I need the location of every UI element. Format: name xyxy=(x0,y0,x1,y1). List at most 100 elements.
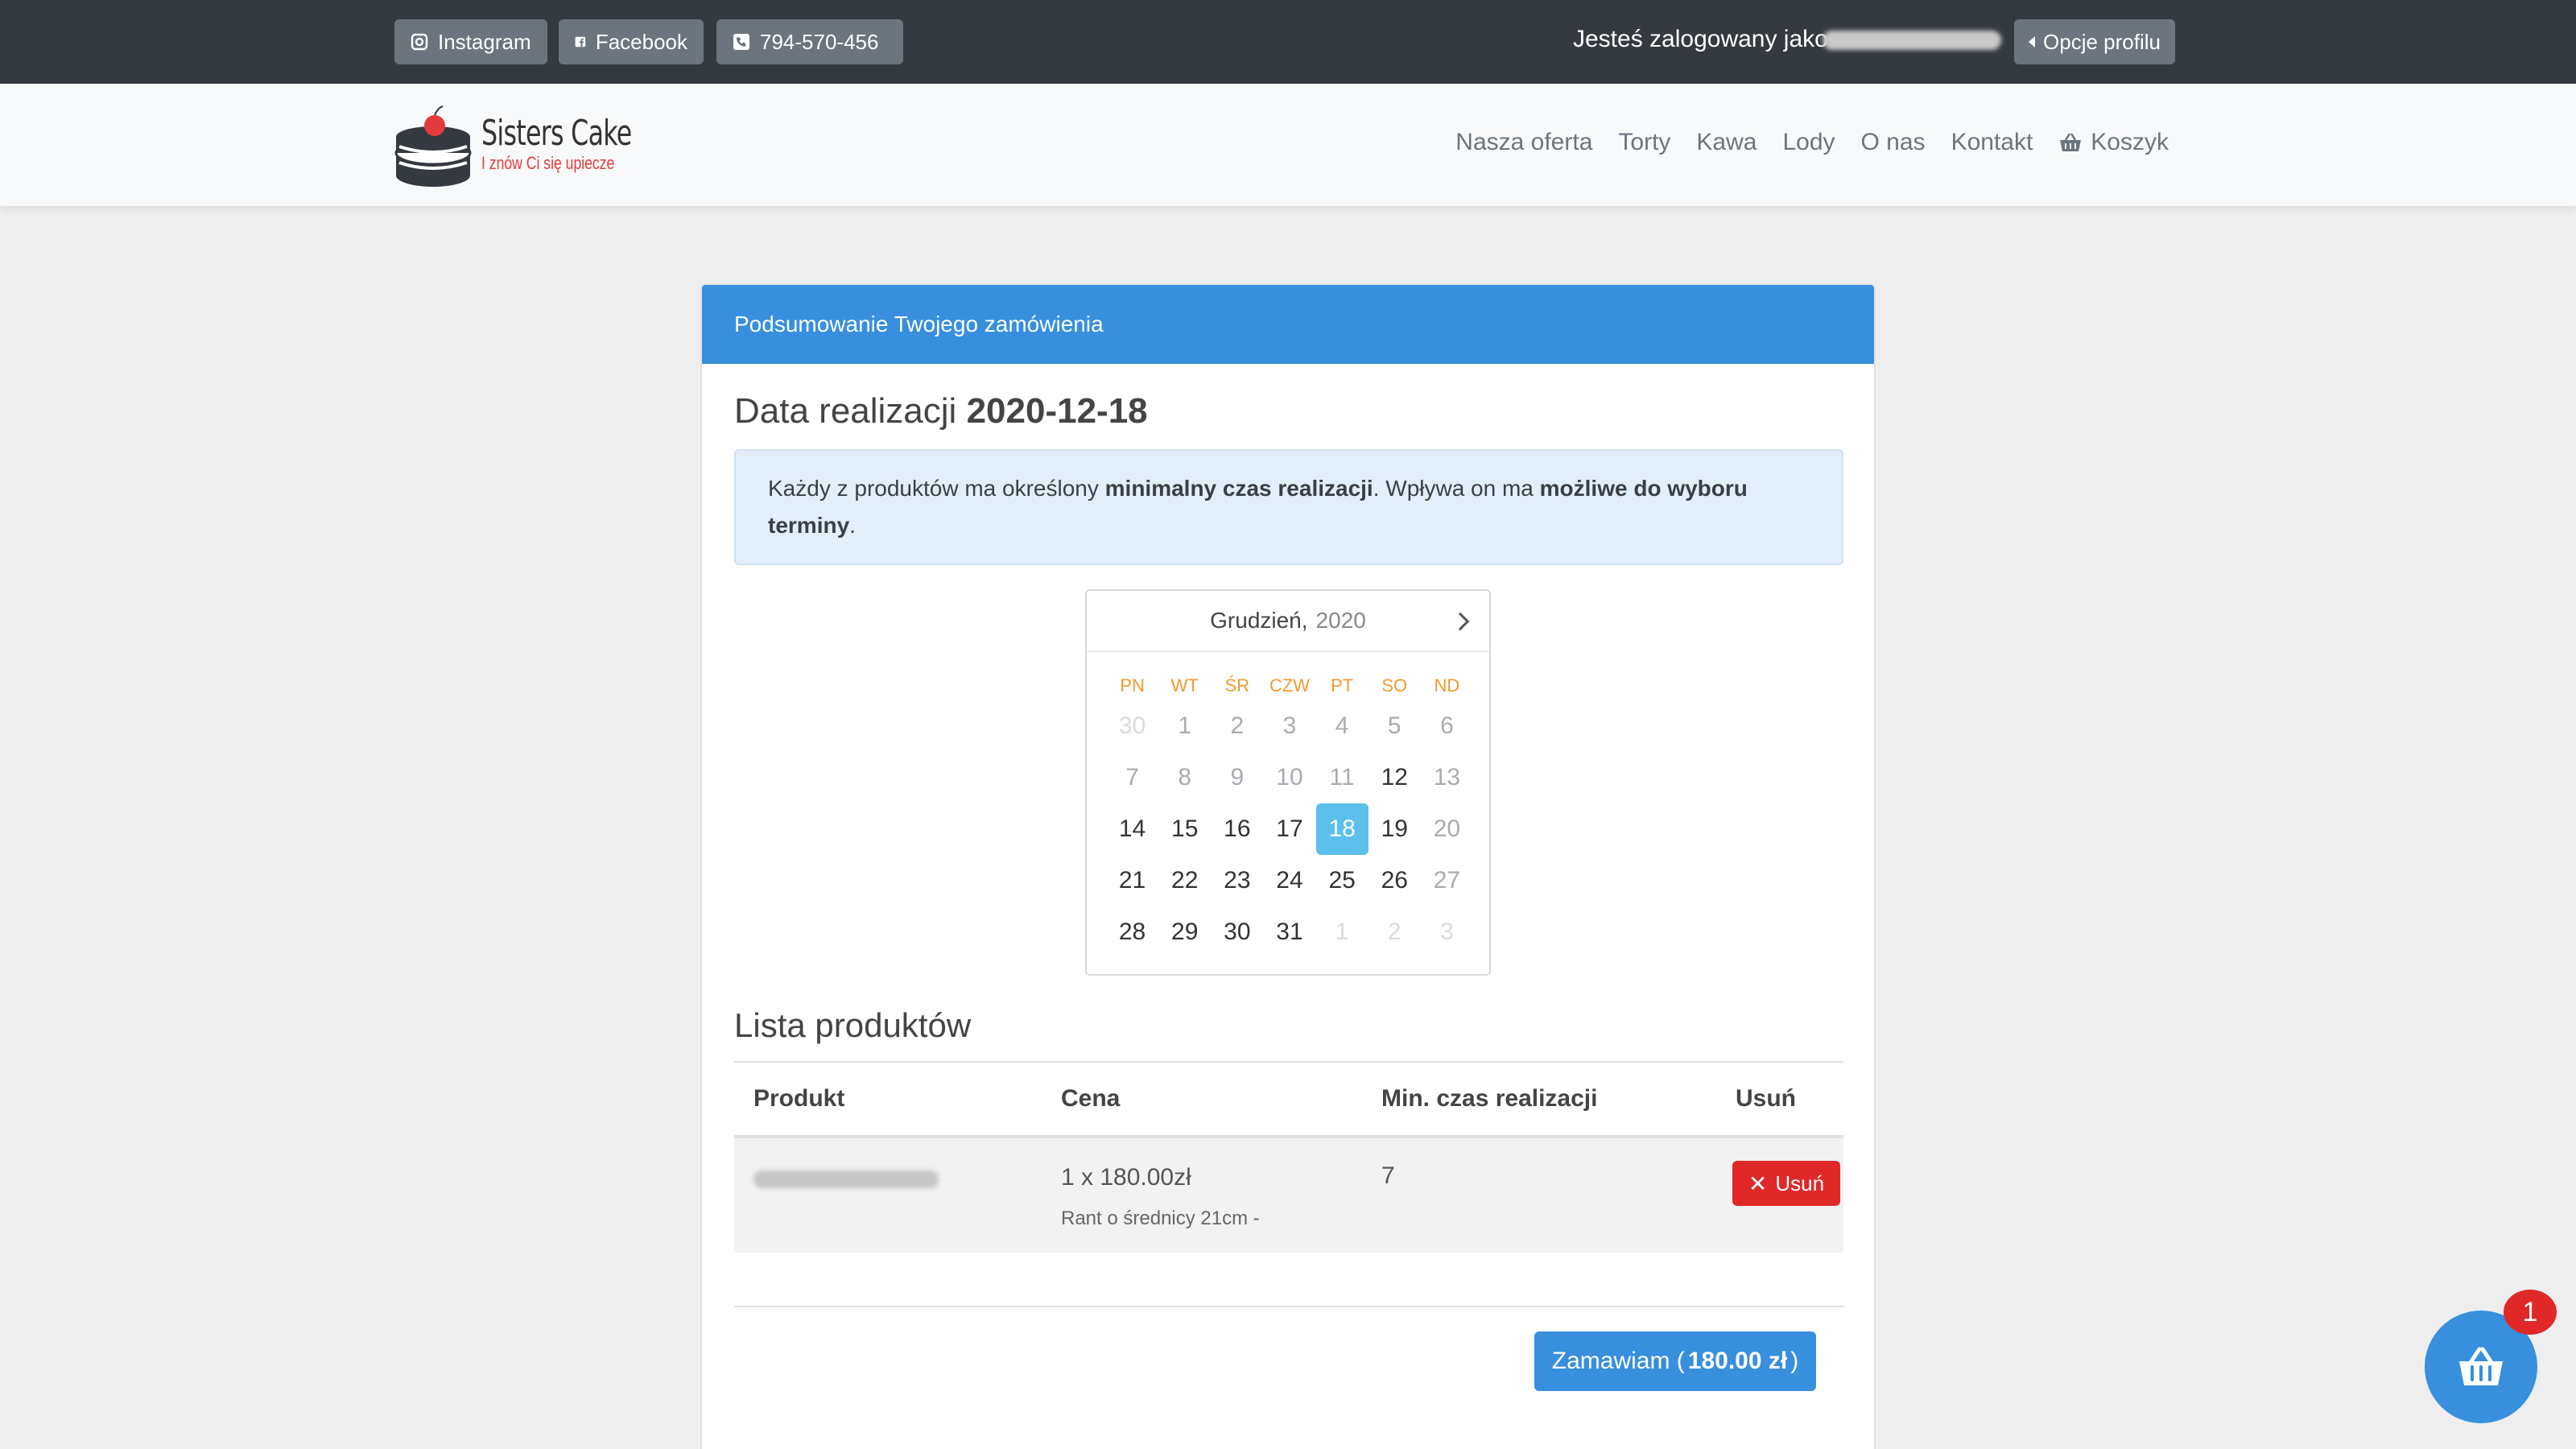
phone-icon xyxy=(733,34,749,50)
calendar-day: 6 xyxy=(1440,712,1454,739)
order-label: Zamawiam ( xyxy=(1551,1348,1685,1374)
calendar-day[interactable]: 23 xyxy=(1211,855,1263,906)
profile-options-label: Opcje profilu xyxy=(2043,29,2161,54)
calendar-day: 30 xyxy=(1118,712,1146,739)
nav-item-kawa[interactable]: Kawa xyxy=(1696,129,1757,156)
calendar-day[interactable]: 21 xyxy=(1106,855,1158,906)
instagram-label: Instagram xyxy=(438,29,531,54)
product-name-redacted xyxy=(753,1170,939,1188)
order-label-close: ) xyxy=(1790,1348,1799,1374)
nav-item-o-nas[interactable]: O nas xyxy=(1861,129,1926,156)
date-value: 2020-12-18 xyxy=(966,391,1148,431)
main-navbar: Sisters Cake I znów Ci się upiecze Nasza… xyxy=(0,84,2576,206)
calendar-week: 21 22 23 24 25 26 27 xyxy=(1106,855,1473,906)
calendar-month: Grudzień, xyxy=(1210,608,1308,633)
facebook-label: Facebook xyxy=(595,29,687,54)
calendar-day: 1 xyxy=(1335,919,1349,945)
calendar-day[interactable]: 24 xyxy=(1263,855,1315,906)
calendar-day[interactable]: 29 xyxy=(1158,906,1211,958)
product-price: 1 x 180.00zł xyxy=(1061,1164,1191,1191)
calendar-day[interactable]: 17 xyxy=(1263,803,1315,855)
nav-item-koszyk[interactable]: Koszyk xyxy=(2058,129,2169,156)
calendar-day[interactable]: 22 xyxy=(1158,855,1211,906)
caret-left-icon xyxy=(2029,36,2036,47)
column-header-price: Cena xyxy=(1061,1085,1121,1112)
table-header: Produkt Cena Min. czas realizacji Usuń xyxy=(734,1061,1843,1138)
column-header-product: Produkt xyxy=(753,1085,845,1112)
calendar-day[interactable]: 19 xyxy=(1368,803,1421,855)
calendar-day: 10 xyxy=(1276,764,1303,791)
nav-item-oferta[interactable]: Nasza oferta xyxy=(1455,129,1592,156)
weekday-label: PN xyxy=(1120,675,1145,696)
column-header-min-time: Min. czas realizacji xyxy=(1381,1085,1598,1112)
date-label: Data realizacji xyxy=(734,391,957,431)
calendar-day: 3 xyxy=(1282,712,1297,739)
cart-count-badge: 1 xyxy=(2504,1290,2557,1335)
calendar-day[interactable]: 25 xyxy=(1316,855,1368,906)
weekday-label: PT xyxy=(1331,675,1354,696)
chevron-right-icon[interactable] xyxy=(1451,612,1470,631)
calendar-day: 9 xyxy=(1230,764,1245,791)
calendar-day: 27 xyxy=(1433,867,1461,894)
nav-item-lody[interactable]: Lody xyxy=(1782,129,1835,156)
calendar-day: 8 xyxy=(1178,764,1192,791)
weekday-label: ND xyxy=(1434,675,1460,696)
calendar-grid: PN WT ŚR CZW PT SO ND 30 1 2 3 4 5 6 7 8… xyxy=(1106,671,1473,958)
product-note: Rant o średnicy 21cm - xyxy=(1061,1208,1260,1229)
calendar-header: Grudzień, 2020 xyxy=(1087,591,1489,652)
calendar-day[interactable]: 28 xyxy=(1106,906,1158,958)
calendar-day: 5 xyxy=(1387,712,1402,739)
calendar-day: 20 xyxy=(1433,815,1461,842)
top-bar: Instagram Facebook 794-570-456 Jesteś za… xyxy=(0,0,2576,84)
calendar-day[interactable]: 16 xyxy=(1211,803,1263,855)
calendar-week: 28 29 30 31 1 2 3 xyxy=(1106,906,1473,958)
close-icon: ✕ xyxy=(1748,1170,1768,1196)
calendar-day[interactable]: 15 xyxy=(1158,803,1211,855)
instagram-icon xyxy=(411,33,428,51)
weekday-label: WT xyxy=(1170,675,1199,696)
calendar-year[interactable]: 2020 xyxy=(1316,608,1366,634)
instagram-button[interactable]: Instagram xyxy=(394,19,547,64)
nav-item-torty[interactable]: Torty xyxy=(1618,129,1670,156)
calendar-week: 7 8 9 10 11 12 13 xyxy=(1106,752,1473,803)
calendar-day[interactable]: 26 xyxy=(1368,855,1421,906)
info-text-1: Każdy z produktów ma określony xyxy=(768,476,1099,501)
remove-label: Usuń xyxy=(1775,1170,1825,1195)
info-text-2: . Wpływa on ma xyxy=(1373,476,1534,501)
profile-options-button[interactable]: Opcje profilu xyxy=(2014,19,2175,64)
calendar-day[interactable]: 30 xyxy=(1211,906,1263,958)
info-text-3: . xyxy=(849,513,856,538)
date-picker-calendar: Grudzień, 2020 PN WT ŚR CZW PT SO ND 30 … xyxy=(1085,589,1491,976)
basket-icon xyxy=(2060,133,2082,151)
cake-logo-icon[interactable] xyxy=(393,105,481,188)
card-header-title: Podsumowanie Twojego zamówienia xyxy=(734,312,1104,336)
remove-product-button[interactable]: ✕ Usuń xyxy=(1732,1161,1840,1206)
brand-name[interactable]: Sisters Cake xyxy=(481,113,632,154)
username-redacted xyxy=(1823,31,2001,50)
product-min-time: 7 xyxy=(1381,1162,1395,1189)
calendar-day: 2 xyxy=(1387,919,1402,945)
column-header-remove: Usuń xyxy=(1736,1085,1796,1112)
facebook-button[interactable]: Facebook xyxy=(559,19,704,64)
phone-button[interactable]: 794-570-456 xyxy=(716,19,903,64)
products-title: Lista produktów xyxy=(734,1006,972,1044)
order-summary-card: Podsumowanie Twojego zamówienia Data rea… xyxy=(700,283,1876,1449)
calendar-day: 1 xyxy=(1178,712,1192,739)
calendar-day: 11 xyxy=(1329,764,1355,791)
calendar-day[interactable]: 31 xyxy=(1263,906,1315,958)
table-row: 1 x 180.00zł Rant o średnicy 21cm - 7 ✕ … xyxy=(734,1138,1843,1253)
weekday-row: PN WT ŚR CZW PT SO ND xyxy=(1106,671,1473,700)
place-order-button[interactable]: Zamawiam (180.00 zł) xyxy=(1534,1331,1816,1391)
calendar-day: 2 xyxy=(1230,712,1245,739)
weekday-label: SO xyxy=(1381,675,1408,696)
calendar-day[interactable]: 12 xyxy=(1368,752,1421,803)
calendar-week: 14 15 16 17 18 19 20 xyxy=(1106,803,1473,855)
calendar-day-selected[interactable]: 18 xyxy=(1315,803,1368,855)
calendar-day[interactable]: 14 xyxy=(1106,803,1158,855)
weekday-label: CZW xyxy=(1269,675,1311,696)
card-header: Podsumowanie Twojego zamówienia xyxy=(702,285,1874,364)
calendar-day: 7 xyxy=(1125,764,1139,791)
nav-item-kontakt[interactable]: Kontakt xyxy=(1951,129,2033,156)
info-alert: Każdy z produktów ma określony minimalny… xyxy=(734,449,1843,565)
order-amount: 180.00 zł xyxy=(1687,1348,1788,1374)
